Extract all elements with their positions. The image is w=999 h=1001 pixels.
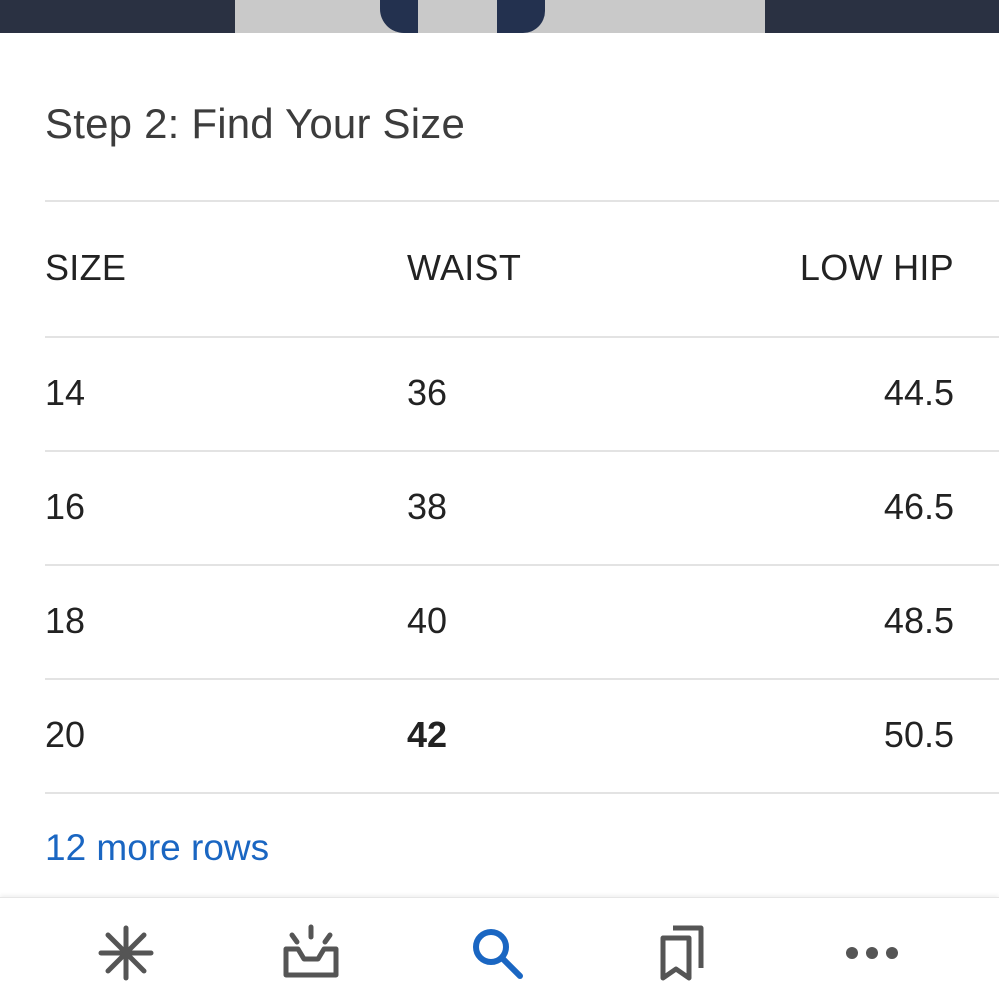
cell-low-hip: 48.5 (883, 600, 954, 641)
cell-size: 14 (45, 372, 86, 413)
page-title: Step 2: Find Your Size (45, 100, 466, 147)
jeans-right-leg (497, 0, 545, 33)
product-image[interactable] (235, 0, 765, 33)
discover-icon (96, 923, 156, 983)
collections-icon (657, 922, 713, 984)
cell-waist: 36 (407, 372, 448, 413)
cell-waist: 42 (407, 714, 448, 755)
table-divider (45, 792, 999, 794)
nav-search-button[interactable] (462, 918, 532, 988)
more-rows-link[interactable]: 12 more rows (45, 827, 269, 869)
nav-discover-button[interactable] (91, 918, 161, 988)
updates-icon (280, 923, 342, 983)
table-row: 16 38 46.5 (45, 451, 954, 563)
cell-waist: 38 (407, 486, 448, 527)
cell-size: 20 (45, 714, 86, 755)
cell-waist: 40 (407, 600, 448, 641)
cell-size: 16 (45, 486, 86, 527)
more-icon (842, 943, 902, 963)
cell-low-hip: 44.5 (883, 372, 954, 413)
nav-collections-button[interactable] (650, 918, 720, 988)
cell-size: 18 (45, 600, 86, 641)
table-header-row: SIZE WAIST LOW HIP (45, 212, 954, 324)
table-row: 14 36 44.5 (45, 337, 954, 449)
cell-low-hip: 50.5 (883, 714, 954, 755)
table-row: 20 42 50.5 (45, 679, 954, 791)
nav-more-button[interactable] (837, 918, 907, 988)
product-image-banner (0, 0, 999, 33)
nav-updates-button[interactable] (276, 918, 346, 988)
column-header-size: SIZE (45, 247, 127, 288)
table-row: 18 40 48.5 (45, 565, 954, 677)
jeans-left-leg (380, 0, 418, 33)
column-header-waist: WAIST (407, 247, 522, 288)
search-icon (467, 923, 527, 983)
table-divider (45, 200, 999, 202)
column-header-low-hip: LOW HIP (799, 247, 954, 288)
bottom-navigation-bar (0, 897, 999, 1001)
cell-low-hip: 46.5 (883, 486, 954, 527)
